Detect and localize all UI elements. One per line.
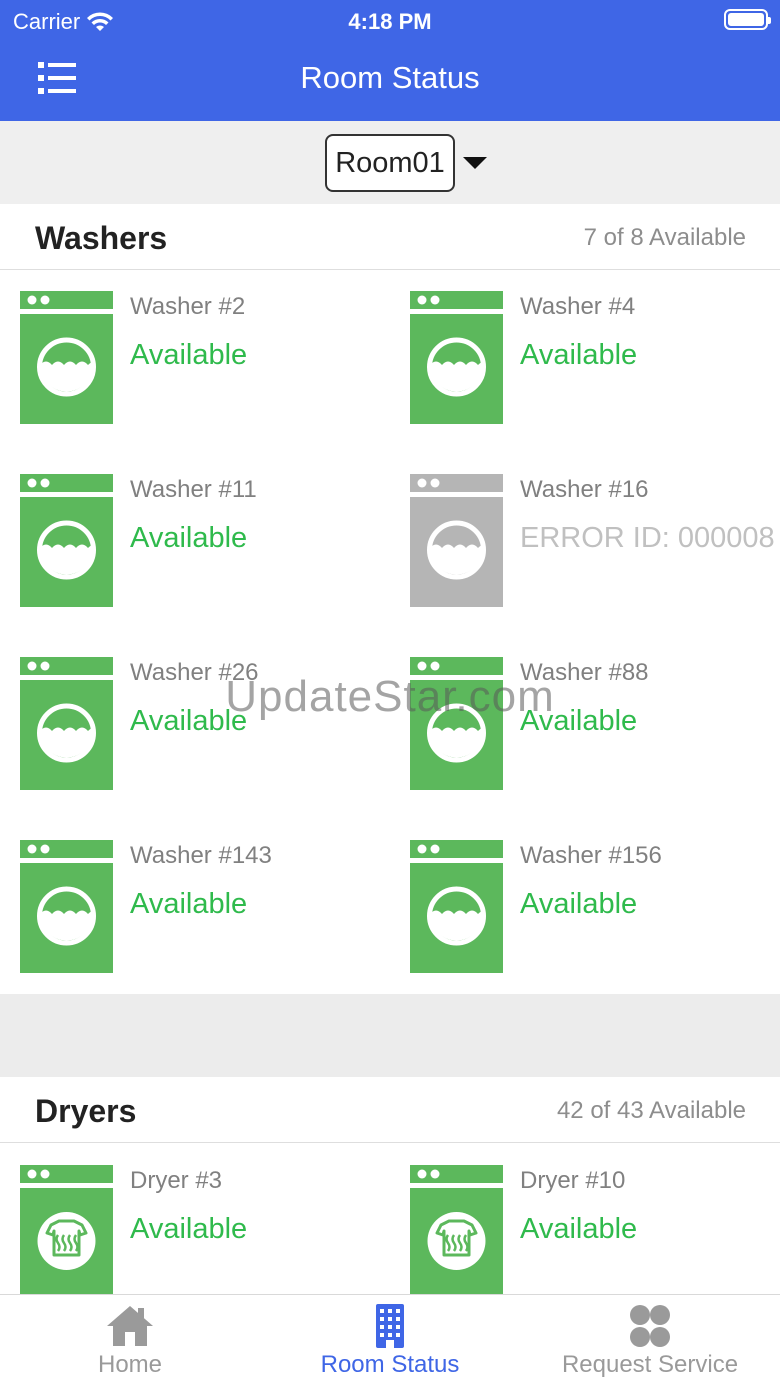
machine-status: Available — [520, 705, 638, 737]
washer-icon — [410, 657, 503, 790]
machine-name: Dryer #10 — [520, 1167, 626, 1194]
washer-tile[interactable]: Washer #88 Available — [410, 657, 780, 817]
machine-status: Available — [130, 522, 248, 554]
section-title: Dryers — [35, 1093, 137, 1129]
machine-name: Washer #143 — [130, 842, 272, 869]
machine-name: Washer #88 — [520, 659, 649, 686]
section-count: 42 of 43 Available — [556, 1097, 746, 1124]
washer-icon — [410, 474, 503, 607]
washer-tile[interactable]: Washer #2 Available — [20, 291, 390, 451]
machine-name: Washer #11 — [130, 476, 257, 503]
tab-label: Room Status — [320, 1351, 460, 1378]
machine-status: ERROR ID: 000008 — [520, 522, 775, 554]
machine-status: Available — [130, 339, 248, 371]
chevron-down-icon[interactable] — [463, 157, 487, 169]
battery-icon — [724, 9, 771, 30]
washer-icon — [410, 291, 503, 424]
washer-icon — [410, 840, 503, 973]
machine-name: Washer #156 — [520, 842, 662, 869]
status-bar: Carrier 4:18 PM — [0, 0, 780, 42]
washers-section-header: Washers 7 of 8 Available — [0, 204, 780, 270]
washer-icon — [20, 840, 113, 973]
machine-name: Washer #26 — [130, 659, 259, 686]
tab-home[interactable]: Home — [0, 1295, 260, 1387]
machine-status: Available — [130, 705, 248, 737]
tab-room-status[interactable]: Room Status — [260, 1295, 520, 1387]
washer-tile[interactable]: Washer #26 Available — [20, 657, 390, 817]
washer-tile[interactable]: Washer #16 ERROR ID: 000008 — [410, 474, 780, 634]
washer-icon — [20, 657, 113, 790]
machine-status: Available — [520, 339, 638, 371]
home-icon — [107, 1306, 153, 1346]
dryer-icon — [20, 1165, 113, 1298]
tab-label: Home — [97, 1351, 163, 1378]
machine-name: Dryer #3 — [130, 1167, 223, 1194]
machine-status: Available — [130, 1213, 248, 1245]
tab-label: Request Service — [561, 1351, 739, 1378]
washer-tile[interactable]: Washer #143 Available — [20, 840, 390, 1000]
tab-request-service[interactable]: Request Service — [520, 1295, 780, 1387]
dryers-section-header: Dryers 42 of 43 Available — [0, 1077, 780, 1143]
app-header: Carrier 4:18 PM Room Status — [0, 0, 780, 121]
page-title: Room Status — [300, 60, 480, 95]
machine-name: Washer #2 — [130, 293, 246, 320]
machine-status: Available — [520, 888, 638, 920]
section-count: 7 of 8 Available — [583, 224, 746, 251]
washer-tile[interactable]: Washer #4 Available — [410, 291, 780, 451]
washer-tile[interactable]: Washer #156 Available — [410, 840, 780, 1000]
washer-icon — [20, 474, 113, 607]
washer-tile[interactable]: Washer #11 Available — [20, 474, 390, 634]
clock: 4:18 PM — [348, 9, 432, 34]
washer-icon — [20, 291, 113, 424]
section-title: Washers — [35, 220, 168, 256]
machine-status: Available — [520, 1213, 638, 1245]
machine-status: Available — [130, 888, 248, 920]
building-icon — [376, 1304, 404, 1348]
tab-bar: Home Room Status Request Service — [0, 1294, 780, 1387]
machine-name: Washer #4 — [520, 293, 636, 320]
clover-icon — [630, 1305, 670, 1347]
section-divider — [0, 994, 780, 1077]
dryer-icon — [410, 1165, 503, 1298]
room-select[interactable]: Room01 — [325, 134, 455, 192]
machine-name: Washer #16 — [520, 476, 649, 503]
room-selector-bar: Room01 — [0, 121, 780, 204]
